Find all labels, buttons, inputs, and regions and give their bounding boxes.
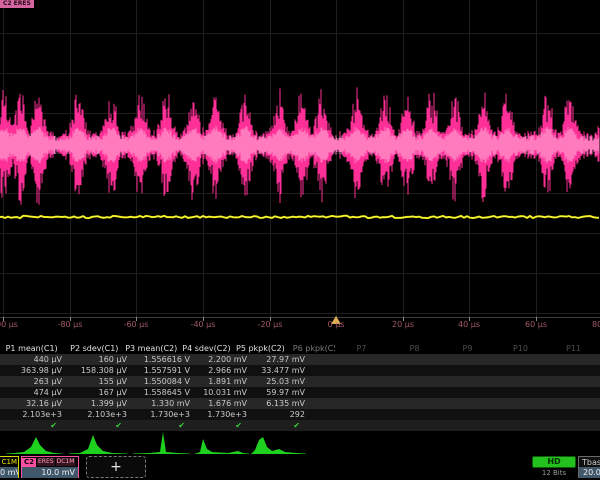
hd-mode-module[interactable]: HD 12 Bits — [532, 456, 576, 478]
c2-coupling-chip: DC1M — [56, 458, 76, 466]
param-header-cell[interactable]: P4 sdev(C2) — [181, 343, 234, 354]
param-header-cell-unused[interactable]: P8 — [388, 343, 441, 354]
timebase-descriptor[interactable]: Tbase 20.0 µs/div — [578, 456, 600, 478]
trace-label-badge[interactable]: C2 ERES — [0, 0, 34, 8]
measurement-value-cell: 1.730e+3 — [194, 409, 251, 420]
param-header-cell-unused[interactable]: P7 — [335, 343, 388, 354]
measurement-value-cell: 2.103e+3 — [66, 409, 131, 420]
measurement-value-cell: 1.399 µV — [66, 398, 131, 409]
plus-icon: + — [110, 459, 122, 475]
parameter-histogram-icon[interactable] — [251, 437, 306, 454]
measurement-value-cell: 32.16 µV — [0, 398, 66, 409]
measurement-value-cell: 155 µV — [66, 376, 131, 387]
measurement-value-cell: 6.135 mV — [251, 398, 309, 409]
measurement-value-cell: 1.550084 V — [131, 376, 194, 387]
parameter-histogram-icon[interactable] — [69, 435, 127, 454]
measurement-value-cell: 10.031 mV — [194, 387, 251, 398]
hd-badge: HD — [532, 456, 576, 468]
tbase-title: Tbase — [579, 457, 600, 467]
measurement-value-cell: 158.308 µV — [66, 365, 131, 376]
table-row: 32.16 µV1.399 µV1.330 mV1.676 mV6.135 mV — [0, 398, 600, 409]
c2-vdiv-value: 10.0 mV — [22, 467, 78, 478]
measurement-value-cell: 25.03 mV — [251, 376, 309, 387]
table-row: 263 µV155 µV1.550084 V1.891 mV25.03 mV — [0, 376, 600, 387]
measurement-value-cell: 474 µV — [0, 387, 66, 398]
channel-descriptor-c2[interactable]: C2 ERES DC1M 10.0 mV — [21, 456, 79, 478]
parameter-histogram-icon[interactable] — [195, 439, 249, 454]
table-row: 474 µV167 µV1.558645 V10.031 mV59.97 mV — [0, 387, 600, 398]
hd-bits-label: 12 Bits — [532, 468, 576, 478]
param-header-cell[interactable]: P5 pkpk(C2) — [235, 343, 289, 354]
param-header-cell-unused[interactable]: P11 — [547, 343, 600, 354]
channel-descriptor-c1[interactable]: C1M 0 mV — [0, 456, 19, 478]
measurement-value-cell: 1.557591 V — [131, 365, 194, 376]
measurement-value-cell: 33.477 mV — [251, 365, 309, 376]
tbase-value: 20.0 µs/div — [579, 467, 600, 478]
measurement-value-cell: 263 µV — [0, 376, 66, 387]
measurement-table: P1 mean(C1)P2 sdev(C1)P3 mean(C2)P4 sdev… — [0, 343, 600, 431]
add-trace-button[interactable]: + — [86, 456, 146, 478]
parameter-histogram-icon[interactable] — [133, 432, 190, 454]
table-row: 363.98 µV158.308 µV1.557591 V2.966 mV33.… — [0, 365, 600, 376]
c2-label: C2 — [22, 458, 36, 467]
measurement-value-cell: 59.97 mV — [251, 387, 309, 398]
measurement-value-cell: 2.966 mV — [194, 365, 251, 376]
table-row: 2.103e+32.103e+31.730e+31.730e+3292 — [0, 409, 600, 420]
measurement-value-cell: 2.103e+3 — [0, 409, 66, 420]
oscilloscope-screen: C2 ERES -100 µs-80 µs-60 µs-40 µs-20 µs0… — [0, 0, 600, 480]
measurement-value-cell: 167 µV — [66, 387, 131, 398]
table-row: 440 µV160 µV1.556616 V2.200 mV27.97 mV — [0, 354, 600, 365]
param-header-cell[interactable]: P1 mean(C1) — [0, 343, 62, 354]
measurement-value-cell: 1.556616 V — [131, 354, 194, 365]
c2-eres-chip: ERES — [37, 458, 55, 466]
table-row: P1 mean(C1)P2 sdev(C1)P3 mean(C2)P4 sdev… — [0, 343, 600, 354]
measurement-value-cell: 27.97 mV — [251, 354, 309, 365]
measurement-value-cell: 1.330 mV — [131, 398, 194, 409]
histicon-row — [0, 430, 600, 456]
measurement-value-cell: 292 — [251, 409, 309, 420]
param-header-cell[interactable]: P2 sdev(C1) — [62, 343, 123, 354]
c1-vdiv-value: 0 mV — [0, 467, 18, 478]
measurement-value-cell: 1.676 mV — [194, 398, 251, 409]
measurement-value-cell: 1.891 mV — [194, 376, 251, 387]
param-header-cell-unused[interactable]: P6 pkpk(C5) — [289, 343, 335, 354]
measurement-value-cell: 1.558645 V — [131, 387, 194, 398]
measurement-value-cell: 1.730e+3 — [131, 409, 194, 420]
measurement-value-cell: 2.200 mV — [194, 354, 251, 365]
measurement-value-cell: 440 µV — [0, 354, 66, 365]
waveform-grid[interactable] — [0, 0, 600, 334]
measurement-value-cell: 363.98 µV — [0, 365, 66, 376]
measurement-value-cell: 160 µV — [66, 354, 131, 365]
param-header-cell-unused[interactable]: P9 — [441, 343, 494, 354]
param-header-cell-unused[interactable]: P10 — [494, 343, 547, 354]
c1-title: C1M — [0, 457, 18, 467]
parameter-histogram-icon[interactable] — [6, 437, 62, 454]
param-header-cell[interactable]: P3 mean(C2) — [122, 343, 181, 354]
